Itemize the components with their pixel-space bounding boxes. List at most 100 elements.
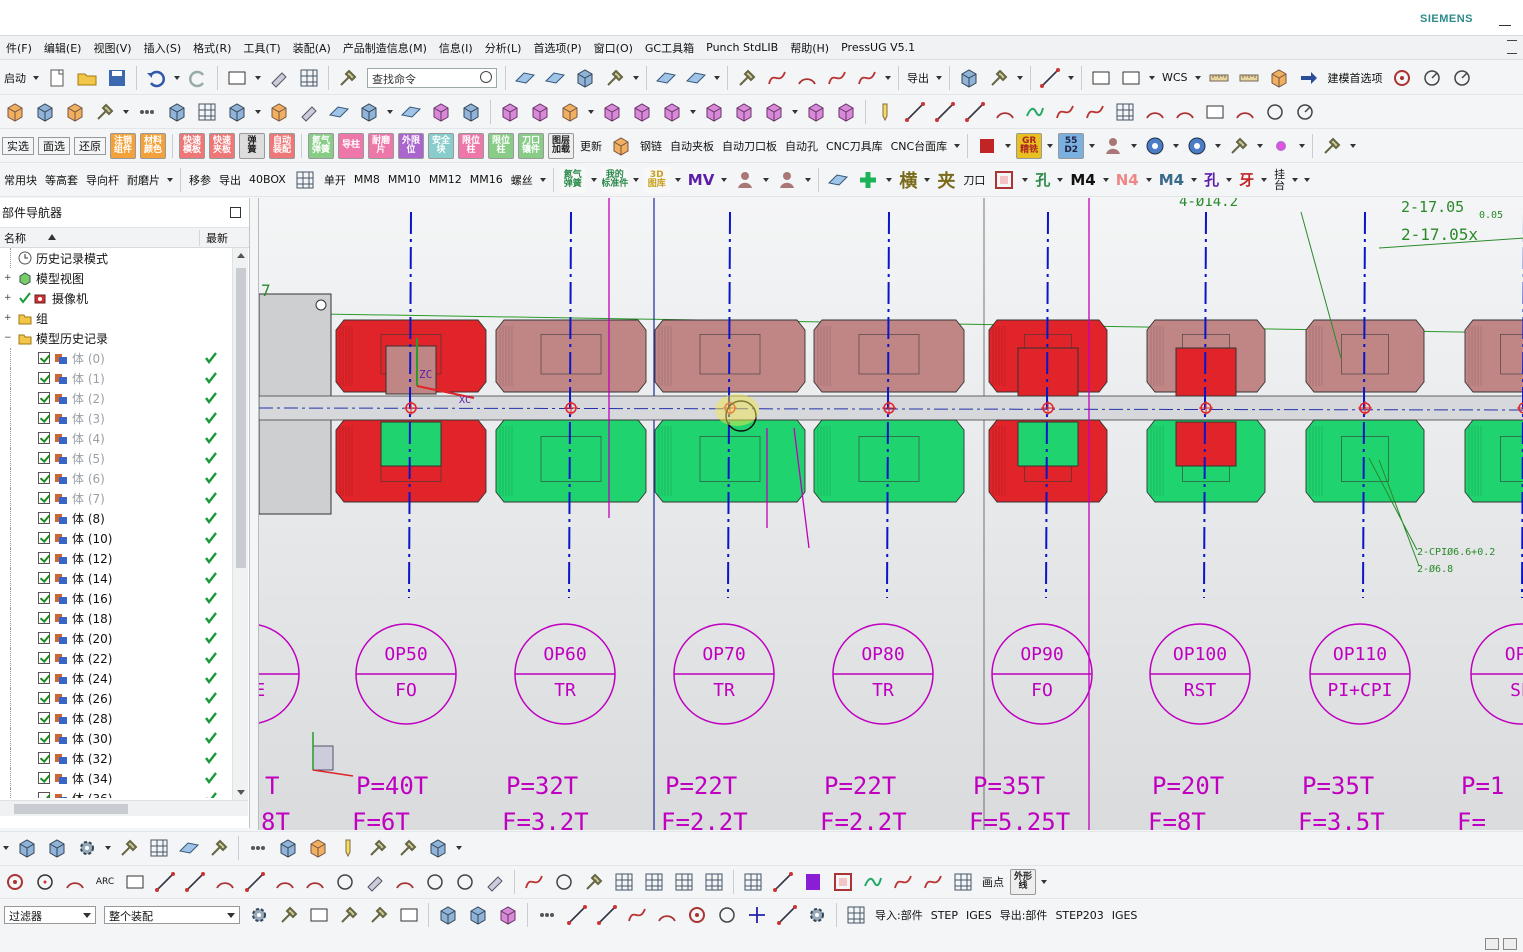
expand-icon[interactable]: + (4, 314, 12, 323)
m4-button-2[interactable]: M4 (1155, 171, 1188, 189)
die-command-button[interactable]: CNC台面库 (887, 138, 952, 154)
assembly-tool-button[interactable] (146, 835, 172, 861)
redo-button[interactable] (185, 65, 211, 91)
menu-item[interactable]: 产品制造信息(M) (337, 40, 433, 56)
update-button[interactable]: 更新 (576, 138, 606, 154)
sketch-curve-button[interactable] (2, 869, 28, 895)
visibility-checkbox[interactable] (38, 572, 50, 584)
dropdown-arrow-icon[interactable] (1261, 177, 1268, 182)
navigator-vertical-scrollbar[interactable] (232, 248, 248, 800)
dropdown-arrow-icon[interactable] (714, 75, 720, 80)
dropdown-arrow-icon[interactable] (763, 177, 770, 182)
feature-tool-button[interactable] (458, 99, 484, 125)
curve-tool-button[interactable] (854, 65, 880, 91)
menu-item[interactable]: 信息(I) (433, 40, 479, 56)
visibility-checkbox[interactable] (38, 632, 50, 644)
snap-tool-button[interactable] (366, 902, 392, 928)
scrollbar-thumb[interactable] (236, 268, 246, 568)
feature-tool-button[interactable] (2, 99, 28, 125)
coordinate-button[interactable] (292, 167, 318, 193)
screw-size-button[interactable]: 螺丝 (507, 172, 537, 188)
screw-size-button[interactable]: MM10 (384, 173, 425, 186)
feature-tool-button[interactable] (428, 99, 454, 125)
export-part-button[interactable]: 导出:部件 (996, 907, 1052, 923)
visibility-checkbox[interactable] (38, 672, 50, 684)
tree-node[interactable]: 体 (10) (0, 528, 232, 548)
die-command-button[interactable]: 自动孔 (781, 138, 822, 154)
tree-node[interactable]: 体 (4) (0, 428, 232, 448)
tree-node[interactable]: 历史记录模式 (0, 248, 232, 268)
dropdown-arrow-icon[interactable] (1057, 177, 1064, 182)
die-tool-button[interactable]: 安全 块 (428, 132, 454, 159)
dropdown-arrow-icon[interactable] (924, 177, 931, 182)
dropdown-arrow-icon[interactable] (805, 177, 812, 182)
save-button[interactable] (104, 65, 130, 91)
synchronous-tool-button[interactable] (497, 99, 523, 125)
dropdown-arrow-icon[interactable] (1041, 880, 1047, 884)
pink-block-button[interactable] (991, 167, 1017, 193)
tree-node[interactable]: 体 (36) (0, 788, 232, 798)
menu-item[interactable]: 件(F) (0, 40, 38, 56)
dropdown-arrow-icon[interactable] (1047, 143, 1054, 148)
sketch-tool-button[interactable] (830, 869, 856, 895)
visibility-checkbox[interactable] (38, 432, 50, 444)
dropdown-arrow-icon[interactable] (792, 109, 798, 114)
menu-options-icon[interactable] (1507, 40, 1517, 54)
synchronous-tool-button[interactable] (761, 99, 787, 125)
sketch-tool-button[interactable] (932, 99, 958, 125)
screw-size-button[interactable]: MM16 (466, 173, 507, 186)
sketch-tool-button[interactable] (332, 869, 358, 895)
menu-item[interactable]: 帮助(H) (784, 40, 835, 56)
tree-node[interactable]: 体 (5) (0, 448, 232, 468)
synchronous-tool-button[interactable] (833, 99, 859, 125)
origin-button[interactable] (1226, 133, 1252, 159)
assembly-tool-button[interactable] (305, 835, 331, 861)
display-rect-2-button[interactable] (1118, 65, 1144, 91)
tree-node[interactable]: 体 (26) (0, 688, 232, 708)
import-step-button[interactable]: STEP (927, 909, 962, 922)
view-tool-button[interactable] (512, 65, 538, 91)
tree-node[interactable]: 体 (7) (0, 488, 232, 508)
chain-button[interactable]: 钢链 (636, 138, 666, 154)
visibility-checkbox[interactable] (38, 792, 50, 798)
column-latest-header[interactable]: 最新 (200, 230, 228, 246)
die-tool-button[interactable]: 刀口 镶件 (518, 132, 544, 159)
assembly-tool-button[interactable] (206, 835, 232, 861)
feature-tool-button[interactable] (326, 99, 352, 125)
dropdown-arrow-icon[interactable] (167, 177, 173, 182)
add-green-button[interactable] (855, 167, 881, 193)
dropdown-arrow-icon[interactable] (1089, 143, 1096, 148)
curve-tool-button[interactable] (824, 65, 850, 91)
sketch-tool-button[interactable] (212, 869, 238, 895)
visibility-checkbox[interactable] (38, 732, 50, 744)
tree-node[interactable]: + 组 (0, 308, 232, 328)
ruler-button[interactable] (1236, 65, 1262, 91)
snap-tool-button[interactable] (396, 902, 422, 928)
menu-item[interactable]: 插入(S) (138, 40, 188, 56)
export-menu[interactable]: 导出 (903, 70, 933, 86)
dropdown-arrow-icon[interactable] (1068, 75, 1074, 80)
assembly-tool-button[interactable] (395, 835, 421, 861)
tree-node[interactable]: 体 (3) (0, 408, 232, 428)
visibility-checkbox[interactable] (38, 652, 50, 664)
standard-part-button[interactable]: 40BOX (245, 173, 290, 186)
synchronous-tool-button[interactable] (659, 99, 685, 125)
dropdown-arrow-icon[interactable] (539, 177, 546, 182)
snap-tool-button[interactable] (594, 902, 620, 928)
sketch-tool-button[interactable] (302, 869, 328, 895)
dropdown-arrow-icon[interactable] (387, 109, 393, 114)
start-menu[interactable]: 启动 (0, 70, 30, 86)
dropdown-arrow-icon[interactable] (255, 75, 261, 80)
synchronous-tool-button[interactable] (527, 99, 553, 125)
display-rect-button[interactable] (1088, 65, 1114, 91)
lower-die-insert[interactable] (654, 419, 806, 503)
sketch-tool-button[interactable] (950, 869, 976, 895)
tree-node[interactable]: 体 (24) (0, 668, 232, 688)
menu-item[interactable]: 工具(T) (237, 40, 286, 56)
export-step203-button[interactable]: STEP203 (1051, 909, 1107, 922)
layout-button[interactable] (296, 65, 322, 91)
dropdown-arrow-icon[interactable] (1299, 143, 1306, 148)
sketch-tool-button[interactable] (920, 869, 946, 895)
texture-button[interactable] (1142, 133, 1168, 159)
edit-object-button[interactable] (266, 65, 292, 91)
